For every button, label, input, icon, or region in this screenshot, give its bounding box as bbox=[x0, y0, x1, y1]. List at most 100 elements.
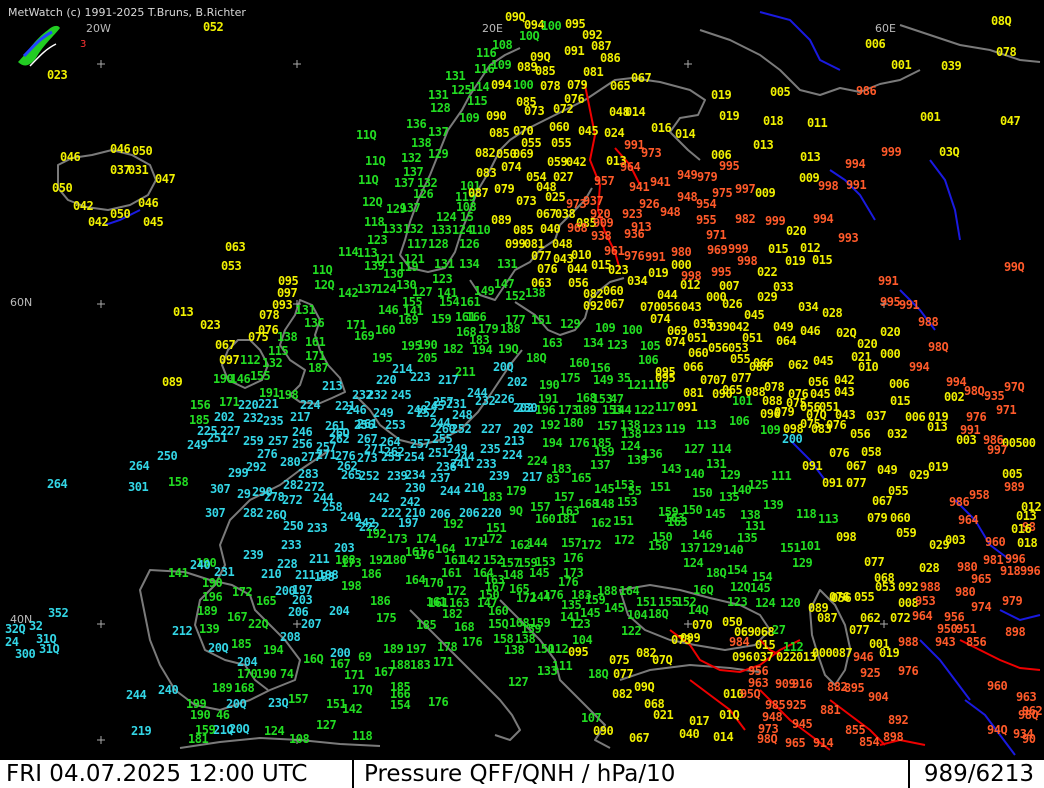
station-pressure-value: 960 bbox=[987, 679, 1008, 693]
station-pressure-value: 132 bbox=[401, 151, 422, 165]
station-pressure-value: 998 bbox=[737, 254, 758, 268]
station-pressure-value: 190 bbox=[190, 708, 211, 722]
station-pressure-value: 208 bbox=[280, 630, 301, 644]
station-pressure-value: 050 bbox=[132, 144, 153, 158]
station-pressure-value: 271 bbox=[316, 448, 337, 462]
station-pressure-value: 023 bbox=[47, 68, 68, 82]
station-pressure-value: 053 bbox=[221, 259, 242, 273]
station-pressure-value: 056 bbox=[850, 427, 871, 441]
station-pressure-value: 99Q bbox=[1004, 260, 1025, 274]
station-pressure-value: 237 bbox=[430, 471, 451, 485]
station-pressure-value: 104 bbox=[572, 633, 593, 647]
station-pressure-value: 961 bbox=[604, 244, 625, 258]
station-pressure-value: 131 bbox=[445, 69, 466, 83]
station-pressure-value: 159 bbox=[585, 593, 606, 607]
station-pressure-value: 013 bbox=[753, 138, 774, 152]
station-pressure-value: 037 bbox=[753, 650, 774, 664]
station-pressure-value: 300 bbox=[15, 647, 36, 661]
station-pressure-value: 991 bbox=[899, 298, 920, 312]
station-pressure-value: 114 bbox=[338, 245, 359, 259]
station-pressure-value: 172 bbox=[581, 538, 602, 552]
station-pressure-value: 175 bbox=[560, 371, 581, 385]
station-pressure-value: 113 bbox=[818, 512, 839, 526]
station-pressure-value: 949 bbox=[677, 168, 698, 182]
station-pressure-value: 272 bbox=[282, 493, 303, 507]
station-pressure-value: 995 bbox=[711, 265, 732, 279]
station-pressure-value: 091 bbox=[564, 44, 585, 58]
station-pressure-value: 276 bbox=[257, 447, 278, 461]
station-pressure-value: 095 bbox=[568, 645, 589, 659]
station-pressure-value: 122 bbox=[621, 624, 642, 638]
station-pressure-value: 112 bbox=[240, 353, 261, 367]
station-pressure-value: 999 bbox=[881, 145, 902, 159]
station-pressure-value: 094 bbox=[491, 78, 512, 92]
station-pressure-value: 161 bbox=[305, 335, 326, 349]
station-pressure-value: 172 bbox=[232, 585, 253, 599]
station-pressure-value: 097 bbox=[219, 353, 240, 367]
station-pressure-value: 106 bbox=[729, 414, 750, 428]
station-pressure-value: 167 bbox=[374, 665, 395, 679]
station-pressure-value: 962 bbox=[1022, 704, 1043, 718]
station-pressure-value: 089 bbox=[162, 375, 183, 389]
station-pressure-value: 025 bbox=[545, 190, 566, 204]
footer-divider bbox=[908, 760, 910, 788]
station-pressure-value: 145 bbox=[594, 482, 615, 496]
station-pressure-value: 123 bbox=[570, 617, 591, 631]
station-pressure-value: 170 bbox=[237, 667, 258, 681]
station-pressure-value: 080 bbox=[749, 360, 770, 374]
station-pressure-value: 971 bbox=[706, 228, 727, 242]
station-pressure-value: 089 bbox=[491, 213, 512, 227]
station-pressure-value: 168 bbox=[454, 620, 475, 634]
station-pressure-value: 039 bbox=[941, 59, 962, 73]
station-pressure-value: 995 bbox=[719, 159, 740, 173]
station-pressure-value: 100 bbox=[622, 323, 643, 337]
station-pressure-value: 021 bbox=[653, 708, 674, 722]
station-pressure-value: 142 bbox=[460, 553, 481, 567]
station-pressure-value: 151 bbox=[650, 480, 671, 494]
station-pressure-value: 183 bbox=[410, 658, 431, 672]
station-pressure-value: 941 bbox=[629, 180, 650, 194]
station-pressure-value: 176 bbox=[569, 436, 590, 450]
station-pressure-value: 923 bbox=[622, 207, 643, 221]
station-pressure-value: 307 bbox=[205, 506, 226, 520]
station-pressure-value: 953 bbox=[915, 594, 936, 608]
station-pressure-value: 085 bbox=[535, 64, 556, 78]
lon-label-20w: 20W bbox=[86, 22, 111, 35]
station-pressure-value: 16Q bbox=[303, 652, 324, 666]
station-pressure-value: 055 bbox=[854, 590, 875, 604]
station-pressure-value: 104 bbox=[627, 608, 648, 622]
station-pressure-value: 028 bbox=[822, 306, 843, 320]
station-pressure-value: 898 bbox=[883, 730, 904, 744]
station-pressure-value: 037 bbox=[866, 409, 887, 423]
station-pressure-value: 020 bbox=[857, 337, 878, 351]
station-pressure-value: 916 bbox=[792, 677, 813, 691]
station-pressure-value: 224 bbox=[527, 454, 548, 468]
station-pressure-value: 091 bbox=[802, 459, 823, 473]
station-pressure-value: 197 bbox=[406, 642, 427, 656]
credit-line: MetWatch (c) 1991-2025 T.Bruns, B.Richte… bbox=[8, 6, 246, 19]
station-pressure-value: 051 bbox=[687, 331, 708, 345]
station-pressure-value: 27 bbox=[772, 623, 786, 637]
station-pressure-value: 245 bbox=[391, 388, 412, 402]
station-pressure-value: 988 bbox=[918, 315, 939, 329]
station-pressure-value: 132 bbox=[403, 222, 424, 236]
station-pressure-value: 252 bbox=[359, 469, 380, 483]
station-pressure-value: 255 bbox=[381, 450, 402, 464]
station-pressure-value: 12Q bbox=[362, 195, 383, 209]
station-pressure-value: 043 bbox=[681, 300, 702, 314]
station-pressure-value: 079 bbox=[567, 78, 588, 92]
station-pressure-value: 69 bbox=[358, 650, 372, 664]
station-pressure-value: 183 bbox=[482, 490, 503, 504]
station-pressure-value: 991 bbox=[645, 250, 666, 264]
station-pressure-value: 129 bbox=[720, 468, 741, 482]
station-pressure-value: 137 bbox=[680, 541, 701, 555]
station-pressure-value: 038 bbox=[555, 207, 576, 221]
station-pressure-value: 904 bbox=[868, 690, 889, 704]
station-pressure-value: 015 bbox=[812, 253, 833, 267]
station-pressure-value: 171 bbox=[219, 395, 240, 409]
station-pressure-value: 95Q bbox=[740, 687, 761, 701]
station-pressure-value: 019 bbox=[711, 88, 732, 102]
station-pressure-value: 022 bbox=[757, 265, 778, 279]
station-pressure-value: 127 bbox=[316, 718, 337, 732]
station-pressure-value: 157 bbox=[554, 490, 575, 504]
